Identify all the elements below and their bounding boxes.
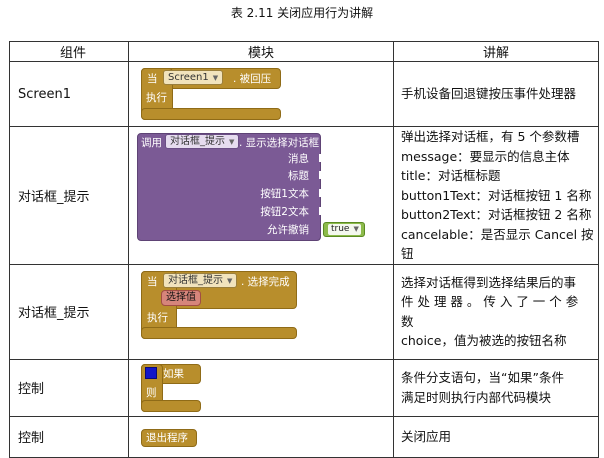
chevron-down-icon: ▼ <box>212 74 219 82</box>
choice-param[interactable]: 选择值 <box>161 289 201 306</box>
desc-line: 手机设备回退键按压事件处理器 <box>401 86 577 102</box>
explain-cell: 手机设备回退键按压事件处理器 <box>393 61 599 127</box>
block-cell: 退出程序 <box>128 415 394 458</box>
component-cell: 控制 <box>9 415 129 458</box>
table-row: Screen1 当 Screen1 ▼ . 被回压 执行 手机设备回退键按压事件处… <box>9 61 599 127</box>
block-cell: 调用 对话框_提示 ▼ . 显示选择对话框 消息 标题 按钮1文本 按钮2文本 允… <box>128 126 394 265</box>
explain-cell: 条件分支语句，当“如果”条件 满足时则执行内部代码模块 <box>393 358 599 417</box>
param-label: 按钮2文本 <box>260 206 309 218</box>
desc-line: button1Text：对话框按钮 1 名称 <box>401 187 592 203</box>
chevron-down-icon: ▼ <box>227 276 233 285</box>
show-choose-dialog-block[interactable]: 调用 对话框_提示 ▼ . 显示选择对话框 消息 标题 按钮1文本 按钮2文本 允… <box>137 133 377 245</box>
after-choosing-block[interactable]: 当 对话框_提示 ▼ . 选择完成 选择值 执行 <box>141 270 301 341</box>
desc-line: 弹出选择对话框，有 5 个参数槽 <box>401 129 580 144</box>
desc-line: message：要显示的信息主体 <box>401 148 570 164</box>
true-dropdown[interactable]: true ▼ <box>328 224 361 235</box>
when-label: 当 <box>147 275 158 288</box>
do-label: 执行 <box>147 311 168 324</box>
component-cell: 控制 <box>9 358 129 417</box>
param-label: 允许撤销 <box>267 224 309 236</box>
desc-line: button2Text：对话框按钮 2 名称 <box>401 207 592 222</box>
dropdown-value: 对话框_提示 <box>170 136 225 147</box>
explain-cell: 关闭应用 <box>393 415 599 458</box>
header-block: 模块 <box>128 41 394 62</box>
desc-line: 条件分支语句，当“如果”条件 <box>401 370 564 385</box>
explain-cell: 弹出选择对话框，有 5 个参数槽 message：要显示的信息主体 title：… <box>393 126 599 265</box>
table-row: 对话框_提示 当 对话框_提示 ▼ . 选择完成 选择值 执行 选择对话框得到选择… <box>9 263 599 360</box>
gear-icon[interactable] <box>145 366 157 379</box>
header-row: 组件 模块 讲解 <box>9 41 599 62</box>
component-cell: 对话框_提示 <box>9 126 129 265</box>
table-row: 对话框_提示 调用 对话框_提示 ▼ . 显示选择对话框 消息 标题 按钮1文本 … <box>9 126 599 265</box>
component-cell: 对话框_提示 <box>9 263 129 360</box>
chevron-down-icon: ▼ <box>353 225 359 233</box>
event-label: . 选择完成 <box>241 275 290 288</box>
if-block[interactable]: 如果 则 <box>141 363 211 412</box>
block-cell: 当 Screen1 ▼ . 被回压 执行 <box>128 61 394 127</box>
table-caption: 表 2.11 关闭应用行为讲解 <box>230 6 374 20</box>
header-component: 组件 <box>9 41 129 62</box>
desc-line: 件 处 理 器 。 传 入 了 一 个 参 数 <box>401 294 579 329</box>
desc-line: 选择对话框得到选择结果后的事 <box>401 274 577 290</box>
component-dropdown[interactable]: Screen1 ▼ <box>163 70 224 85</box>
desc-line: cancelable：是否显示 Cancel 按钮 <box>401 226 594 262</box>
header-explain: 讲解 <box>393 41 599 62</box>
then-label: 则 <box>146 386 157 399</box>
when-label: 当 <box>147 73 158 85</box>
do-label: 执行 <box>146 92 167 104</box>
dropdown-value: Screen1 <box>168 72 209 83</box>
table-row: 控制 退出程序 关闭应用 <box>9 415 599 458</box>
dropdown-value: 对话框_提示 <box>168 274 223 286</box>
call-label: 调用 <box>141 137 162 149</box>
desc-line: 满足时则执行内部代码模块 <box>401 389 552 405</box>
behavior-table: 组件 模块 讲解 Screen1 当 Screen1 ▼ . 被回压 执行 手机设… <box>9 41 599 458</box>
block-cell: 如果 则 <box>128 358 394 417</box>
desc-line: 关闭应用 <box>401 428 452 444</box>
component-cell: Screen1 <box>9 61 129 127</box>
if-label: 如果 <box>163 367 184 380</box>
method-label: . 显示选择对话框 <box>239 137 320 149</box>
table-row: 控制 如果 则 条件分支语句，当“如果”条件 满足时则执行内部代码模块 <box>9 358 599 417</box>
chevron-down-icon: ▼ <box>229 138 235 146</box>
event-label: . 被回压 <box>233 73 272 85</box>
component-dropdown[interactable]: 对话框_提示 ▼ <box>165 134 240 149</box>
param-label: 标题 <box>288 170 309 182</box>
close-application-block[interactable]: 退出程序 <box>141 428 201 447</box>
desc-line: choice，值为被选的按钮名称 <box>401 333 567 348</box>
param-label: 按钮1文本 <box>260 188 309 200</box>
dropdown-value: true <box>331 224 350 234</box>
explain-cell: 选择对话框得到选择结果后的事 件 处 理 器 。 传 入 了 一 个 参 数 c… <box>393 263 599 360</box>
back-pressed-block[interactable]: 当 Screen1 ▼ . 被回压 执行 <box>141 68 281 120</box>
component-dropdown[interactable]: 对话框_提示 ▼ <box>163 272 238 288</box>
desc-line: title：对话框标题 <box>401 168 501 183</box>
true-block[interactable]: true ▼ <box>323 222 365 237</box>
block-cell: 当 对话框_提示 ▼ . 选择完成 选择值 执行 <box>128 263 394 360</box>
close-app-label: 退出程序 <box>146 431 188 444</box>
param-label: 消息 <box>288 153 309 165</box>
